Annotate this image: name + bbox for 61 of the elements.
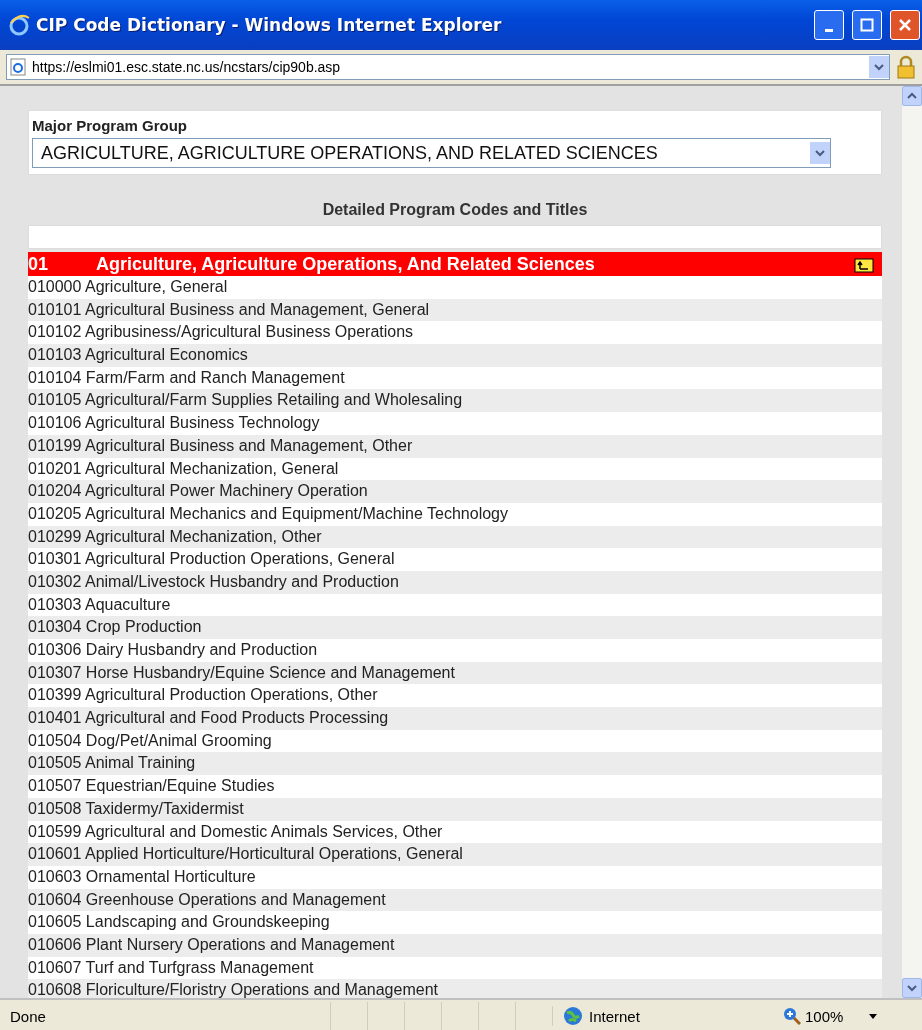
window-title: CIP Code Dictionary - Windows Internet Explorer [36,15,503,35]
program-row[interactable]: 010103 Agricultural Economics [28,344,882,367]
program-row[interactable]: 010302 Animal/Livestock Husbandry and Production [28,570,882,594]
program-row[interactable]: 010599 Agricultural and Domestic Animals Services, Other [28,820,882,844]
group-title: Agriculture, Agriculture Operations, And Related Sciences [96,253,596,275]
maximize-button[interactable] [852,10,882,40]
program-row[interactable]: 010000 Agriculture, General [28,276,882,299]
scrollbar[interactable] [902,86,922,998]
program-row[interactable]: 010102 Agribusiness/Agricultural Business Operations [28,321,882,345]
program-row[interactable]: 010299 Agricultural Mechanization, Other [28,525,882,549]
program-row[interactable]: 010401 Agricultural and Food Products Processing [28,707,882,730]
program-row[interactable]: 010101 Agricultural Business and Management, General [28,298,882,322]
status-text: Done [9,1007,47,1025]
caret-icon [815,149,825,157]
program-row[interactable]: 010505 Animal Training [28,752,882,776]
zone-text: Internet [589,1007,640,1025]
zoom-level[interactable]: 100% [805,1007,844,1025]
chevron-down-icon [874,63,884,71]
program-row[interactable]: 010201 Agricultural Mechanization, General [28,457,882,481]
lock-icon[interactable] [896,55,916,79]
program-row[interactable]: 010603 Ornamental Horticulture [28,865,882,889]
close-icon [898,18,912,32]
globe-icon [563,1006,583,1026]
program-row[interactable]: 010304 Crop Production [28,616,882,639]
chevron-up-icon[interactable] [907,92,917,100]
dropdown-button[interactable] [869,56,889,78]
list-heading: Detailed Program Codes and Titles [321,201,589,219]
program-row[interactable]: 010303 Aquaculture [28,593,882,617]
zoom-icon[interactable] [783,1007,801,1025]
group-code: 01 [28,253,50,275]
browser-icon [8,14,30,36]
program-row[interactable]: 010601 Applied Horticulture/Horticultural Operations, General [28,843,882,866]
program-row[interactable]: 010399 Agricultural Production Operations, Other [28,684,882,708]
address-field[interactable]: https://eslmi01.esc.state.nc.us/ncstars/cip90b.asp [6,54,890,80]
minimize-icon [825,28,833,32]
program-row[interactable]: 010504 Dog/Pet/Animal Grooming [28,729,882,753]
program-row[interactable]: 010605 Landscaping and Groundskeeping [28,911,882,934]
maximize-icon [860,18,874,32]
folder-up-icon[interactable] [854,255,874,273]
field-label: Major Program Group [32,117,189,134]
minimize-button[interactable] [814,10,844,40]
program-row[interactable]: 010606 Plant Nursery Operations and Management [28,933,882,957]
program-row[interactable]: 010604 Greenhouse Operations and Management [28,888,882,912]
program-row[interactable]: 010306 Dairy Husbandry and Production [28,639,882,662]
program-row[interactable]: 010508 Taxidermy/Taxidermist [28,797,882,821]
program-group-select[interactable]: AGRICULTURE, AGRICULTURE OPERATIONS, AND RELATED SCIENCES [32,138,831,168]
program-row[interactable]: 010507 Equestrian/Equine Studies [28,775,882,798]
page-icon [10,58,26,76]
close-button[interactable] [890,10,920,40]
program-row[interactable]: 010205 Agricultural Mechanics and Equipment/Machine Technology [28,502,882,526]
program-row[interactable]: 010608 Floriculture/Floristry Operations and Management [28,979,882,998]
chevron-down-icon[interactable] [907,984,917,992]
program-row[interactable]: 010301 Agricultural Production Operations, General [28,548,882,571]
program-row[interactable]: 010104 Farm/Farm and Ranch Management [28,366,882,390]
program-row[interactable]: 010204 Agricultural Power Machinery Operation [28,480,882,503]
caret-icon[interactable] [869,1013,878,1019]
program-row[interactable]: 010607 Turf and Turfgrass Management [28,956,882,980]
program-row[interactable]: 010307 Horse Husbandry/Equine Science and Management [28,661,882,685]
program-row[interactable]: 010199 Agricultural Business and Management, Other [28,434,882,458]
program-row[interactable]: 010105 Agricultural/Farm Supplies Retailing and Wholesaling [28,389,882,413]
program-row[interactable]: 010106 Agricultural Business Technology [28,412,882,435]
